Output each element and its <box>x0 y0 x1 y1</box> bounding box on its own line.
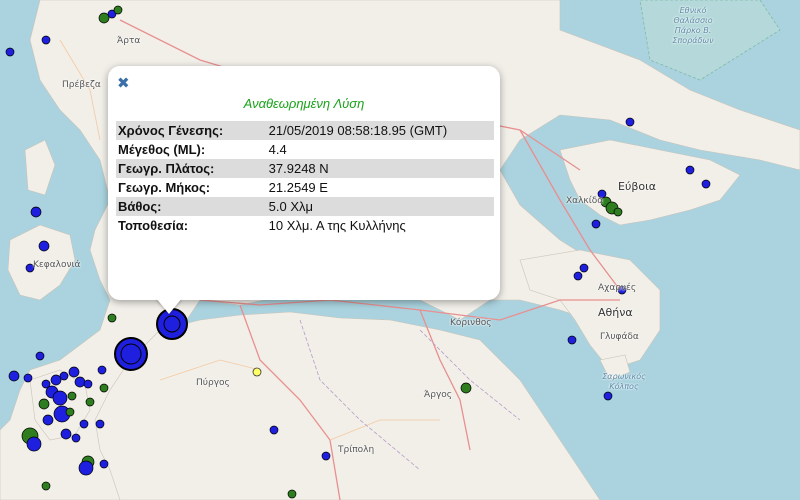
event-marker[interactable] <box>701 179 711 189</box>
info-row: Χρόνος Γένεσης: 21/05/2019 08:58:18.95 (G… <box>116 121 494 140</box>
event-marker[interactable] <box>567 335 577 345</box>
info-value: 4.4 <box>266 140 494 159</box>
place-label-evia: Εύβοια <box>618 180 657 193</box>
event-marker[interactable] <box>321 451 331 461</box>
event-info-popup: ✖ Αναθεωρημένη Λύση Χρόνος Γένεσης: 21/05… <box>108 66 500 300</box>
place-label-saronikos: Σαρωνικός Κόλπος <box>602 372 646 391</box>
event-marker[interactable] <box>65 407 75 417</box>
event-marker[interactable] <box>579 263 589 273</box>
place-label-athina: Αθήνα <box>598 306 633 319</box>
place-label-kefalonia: Κεφαλονιά <box>33 260 81 270</box>
event-marker[interactable] <box>113 5 123 15</box>
event-marker[interactable] <box>99 383 109 393</box>
place-label-arta: Άρτα <box>117 36 141 46</box>
event-marker[interactable] <box>42 414 54 426</box>
place-label-acharnes: Αχαρνές <box>598 283 637 293</box>
info-row: Μέγεθος (ML): 4.4 <box>116 140 494 159</box>
event-marker[interactable] <box>41 481 51 491</box>
event-marker[interactable] <box>685 165 695 175</box>
info-row: Τοποθεσία: 10 Χλμ. Α της Κυλλήνης <box>116 216 494 235</box>
event-marker[interactable] <box>98 12 110 24</box>
popup-tip <box>156 298 182 314</box>
place-label-chalkida: Χαλκίδα <box>566 196 604 206</box>
event-marker[interactable] <box>67 391 77 401</box>
info-value: 37.9248 N <box>266 159 494 178</box>
info-value: 10 Χλμ. Α της Κυλλήνης <box>266 216 494 235</box>
event-marker[interactable] <box>107 313 117 323</box>
event-marker[interactable] <box>41 35 51 45</box>
event-marker[interactable] <box>99 459 109 469</box>
event-marker[interactable] <box>78 460 94 476</box>
event-marker[interactable] <box>613 207 623 217</box>
event-marker[interactable] <box>460 382 472 394</box>
place-label-tripoli: Τρίπολη <box>338 445 375 455</box>
place-label-argos: Άργος <box>424 390 453 400</box>
place-label-pyrgos: Πύργος <box>196 378 230 388</box>
event-marker[interactable] <box>287 489 297 499</box>
event-marker[interactable] <box>52 390 68 406</box>
event-marker[interactable] <box>8 370 20 382</box>
event-marker[interactable] <box>71 433 81 443</box>
event-marker[interactable] <box>269 425 279 435</box>
event-marker[interactable] <box>603 391 613 401</box>
event-details-table: Χρόνος Γένεσης: 21/05/2019 08:58:18.95 (G… <box>116 121 494 235</box>
event-marker[interactable] <box>26 436 42 452</box>
info-row: Βάθος: 5.0 Χλμ <box>116 197 494 216</box>
info-value: 5.0 Χλμ <box>266 197 494 216</box>
event-marker[interactable] <box>79 419 89 429</box>
info-label: Μέγεθος (ML): <box>116 140 267 159</box>
event-marker-latest[interactable] <box>252 367 262 377</box>
place-label-preveza: Πρέβεζα <box>62 80 101 90</box>
event-marker[interactable] <box>573 271 583 281</box>
popup-title: Αναθεωρημένη Λύση <box>243 96 365 111</box>
event-marker[interactable] <box>30 206 42 218</box>
info-row: Γεωγρ. Μήκος: 21.2549 E <box>116 178 494 197</box>
event-marker[interactable] <box>60 428 72 440</box>
event-marker[interactable] <box>97 365 107 375</box>
info-label: Τοποθεσία: <box>116 216 267 235</box>
event-marker[interactable] <box>74 376 86 388</box>
event-marker[interactable] <box>68 366 80 378</box>
info-row: Γεωγρ. Πλάτος: 37.9248 N <box>116 159 494 178</box>
info-value: 21/05/2019 08:58:18.95 (GMT) <box>266 121 494 140</box>
event-marker[interactable] <box>625 117 635 127</box>
event-marker[interactable] <box>591 219 601 229</box>
event-marker[interactable] <box>83 379 93 389</box>
place-label-korinthos: Κόρινθος <box>450 318 492 328</box>
place-label-marine-park: Εθνικό Θαλάσσιο Πάρκο Β. Σποράδων <box>672 6 714 45</box>
event-marker[interactable] <box>35 351 45 361</box>
event-marker[interactable] <box>59 371 69 381</box>
info-label: Γεωγρ. Πλάτος: <box>116 159 267 178</box>
event-marker[interactable] <box>50 374 62 386</box>
event-marker[interactable] <box>95 419 105 429</box>
event-marker[interactable] <box>38 398 50 410</box>
event-marker[interactable] <box>5 47 15 57</box>
event-marker-major[interactable] <box>114 337 148 371</box>
close-icon[interactable]: ✖ <box>117 74 130 92</box>
event-marker[interactable] <box>38 240 50 252</box>
event-marker[interactable] <box>85 397 95 407</box>
place-label-glyfada: Γλυφάδα <box>600 332 639 342</box>
event-marker[interactable] <box>23 373 33 383</box>
info-label: Γεωγρ. Μήκος: <box>116 178 267 197</box>
info-value: 21.2549 E <box>266 178 494 197</box>
info-label: Χρόνος Γένεσης: <box>116 121 267 140</box>
info-label: Βάθος: <box>116 197 267 216</box>
